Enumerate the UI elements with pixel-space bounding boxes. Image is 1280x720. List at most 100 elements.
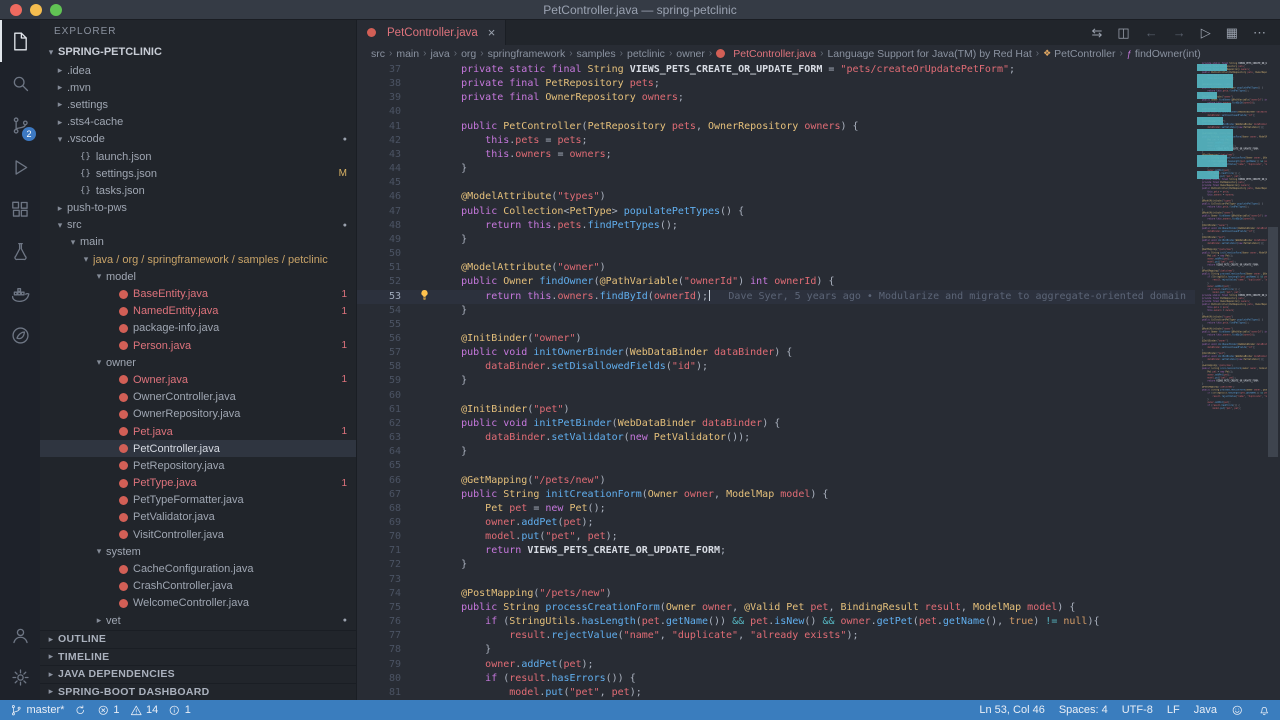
gutter[interactable]: [401, 601, 437, 615]
gutter[interactable]: [401, 629, 437, 643]
status-errors[interactable]: 1: [97, 704, 120, 717]
tree-item-.sts4-cache[interactable]: ▸.sts4-cache: [40, 114, 356, 131]
gutter[interactable]: [401, 77, 437, 91]
breadcrumb-item-org[interactable]: org: [461, 48, 476, 60]
status-indentation[interactable]: Spaces: 4: [1059, 704, 1108, 716]
code-line-43[interactable]: 43 this.owners = owners;: [357, 148, 1195, 162]
tree-item-settings.json[interactable]: {}settings.jsonM: [40, 165, 356, 182]
breadcrumb-item-owner[interactable]: owner: [676, 48, 705, 60]
status-eol[interactable]: LF: [1167, 704, 1180, 716]
section-spring-boot-dashboard[interactable]: ▸SPRING-BOOT DASHBOARD: [40, 683, 356, 701]
tree-item-CrashController.java[interactable]: CrashController.java: [40, 578, 356, 595]
gutter[interactable]: [401, 488, 437, 502]
code-area[interactable]: 37 private static final String VIEWS_PET…: [357, 62, 1195, 700]
code-line-70[interactable]: 70 model.put("pet", pet);: [357, 530, 1195, 544]
activity-settings[interactable]: [0, 656, 40, 698]
code-line-71[interactable]: 71 return VIEWS_PETS_CREATE_OR_UPDATE_FO…: [357, 544, 1195, 558]
gutter[interactable]: [401, 148, 437, 162]
gutter[interactable]: [401, 459, 437, 473]
gutter[interactable]: [401, 275, 437, 289]
gutter[interactable]: [401, 374, 437, 388]
code-line-48[interactable]: 48 return this.pets.findPetTypes();: [357, 219, 1195, 233]
activity-testing[interactable]: [0, 230, 40, 272]
status-cursor-position[interactable]: Ln 53, Col 46: [979, 704, 1044, 716]
code-line-69[interactable]: 69 owner.addPet(pet);: [357, 516, 1195, 530]
tree-item-PetType.java[interactable]: PetType.java1: [40, 475, 356, 492]
tree-item-Person.java[interactable]: Person.java1: [40, 337, 356, 354]
activity-source-control[interactable]: 2: [0, 104, 40, 146]
code-line-67[interactable]: 67 public String initCreationForm(Owner …: [357, 488, 1195, 502]
gutter[interactable]: [401, 530, 437, 544]
breadcrumb-item-java[interactable]: java: [430, 48, 449, 60]
tree-item-Pet.java[interactable]: Pet.java1: [40, 423, 356, 440]
code-line-72[interactable]: 72 }: [357, 558, 1195, 572]
gutter[interactable]: [401, 587, 437, 601]
zoom-window-button[interactable]: [50, 4, 62, 16]
gutter[interactable]: [401, 431, 437, 445]
layout-icon[interactable]: ▦: [1226, 25, 1238, 41]
code-line-44[interactable]: 44 }: [357, 162, 1195, 176]
tree-item-src[interactable]: ▾src●: [40, 217, 356, 234]
gutter[interactable]: [401, 672, 437, 686]
code-line-58[interactable]: 58 dataBinder.setDisallowedFields("id");: [357, 360, 1195, 374]
gutter[interactable]: [401, 658, 437, 672]
breadcrumb-item-PetController[interactable]: ❖PetController: [1043, 48, 1115, 60]
status-feedback[interactable]: [1231, 704, 1244, 717]
code-line-65[interactable]: 65: [357, 459, 1195, 473]
status-notifications[interactable]: [1258, 704, 1271, 717]
gutter[interactable]: [401, 176, 437, 190]
gutter[interactable]: [401, 233, 437, 247]
code-line-49[interactable]: 49 }: [357, 233, 1195, 247]
code-line-50[interactable]: 50: [357, 247, 1195, 261]
gutter[interactable]: [401, 304, 437, 318]
code-line-80[interactable]: 80 if (result.hasErrors()) {: [357, 672, 1195, 686]
code-line-51[interactable]: 51 @ModelAttribute("owner"): [357, 261, 1195, 275]
gutter[interactable]: [401, 105, 437, 119]
tree-item-OwnerRepository.java[interactable]: OwnerRepository.java: [40, 406, 356, 423]
gutter[interactable]: [401, 360, 437, 374]
code-line-41[interactable]: 41 public PetController(PetRepository pe…: [357, 120, 1195, 134]
code-line-38[interactable]: 38 private final PetRepository pets;: [357, 77, 1195, 91]
code-line-63[interactable]: 63 dataBinder.setValidator(new PetValida…: [357, 431, 1195, 445]
code-line-54[interactable]: 54 }: [357, 304, 1195, 318]
code-line-76[interactable]: 76 if (StringUtils.hasLength(pet.getName…: [357, 615, 1195, 629]
tree-item-PetController.java[interactable]: PetController.java: [40, 440, 356, 457]
gutter[interactable]: [401, 573, 437, 587]
minimap[interactable]: private static final String VIEWS_PETS_C…: [1195, 62, 1267, 700]
tree-item-launch.json[interactable]: {}launch.json: [40, 148, 356, 165]
tree-item-push-to-pws[interactable]: ▸push-to-pws: [40, 200, 356, 217]
tree-item-NamedEntity.java[interactable]: NamedEntity.java1: [40, 303, 356, 320]
code-line-42[interactable]: 42 this.pets = pets;: [357, 134, 1195, 148]
lightbulb-icon[interactable]: [419, 289, 430, 305]
scrollbar-thumb[interactable]: [1268, 227, 1278, 457]
tree-item-BaseEntity.java[interactable]: BaseEntity.java1: [40, 285, 356, 302]
activity-docker[interactable]: [0, 272, 40, 314]
code-line-56[interactable]: 56 @InitBinder("owner"): [357, 332, 1195, 346]
activity-spring-boot[interactable]: [0, 314, 40, 356]
tree-item-Owner.java[interactable]: Owner.java1: [40, 371, 356, 388]
gutter[interactable]: [401, 403, 437, 417]
run-icon[interactable]: ▷: [1201, 25, 1211, 41]
code-line-37[interactable]: 37 private static final String VIEWS_PET…: [357, 63, 1195, 77]
gutter[interactable]: [401, 261, 437, 275]
tree-item-.mvn[interactable]: ▸.mvn: [40, 79, 356, 96]
open-changes-icon[interactable]: ⇆: [1092, 25, 1103, 41]
tree-item-PetValidator.java[interactable]: PetValidator.java: [40, 509, 356, 526]
breadcrumb-item-springframework[interactable]: springframework: [488, 48, 566, 60]
tree-item-system[interactable]: ▾system: [40, 543, 356, 560]
code-line-53[interactable]: 53 return this.owners.findById(ownerId);…: [357, 290, 1195, 304]
code-line-74[interactable]: 74 @PostMapping("/pets/new"): [357, 587, 1195, 601]
gutter[interactable]: [401, 318, 437, 332]
code-line-59[interactable]: 59 }: [357, 374, 1195, 388]
activity-account[interactable]: [0, 614, 40, 656]
more-actions-icon[interactable]: ⋯: [1253, 25, 1266, 41]
gutter[interactable]: [401, 91, 437, 105]
tree-item-owner[interactable]: ▾owner: [40, 354, 356, 371]
gutter[interactable]: [401, 190, 437, 204]
gutter[interactable]: [401, 219, 437, 233]
status-warnings[interactable]: 14: [130, 704, 159, 717]
tree-item-VisitController.java[interactable]: VisitController.java: [40, 526, 356, 543]
code-line-73[interactable]: 73: [357, 573, 1195, 587]
tree-item-main[interactable]: ▾main: [40, 234, 356, 251]
gutter[interactable]: [401, 474, 437, 488]
